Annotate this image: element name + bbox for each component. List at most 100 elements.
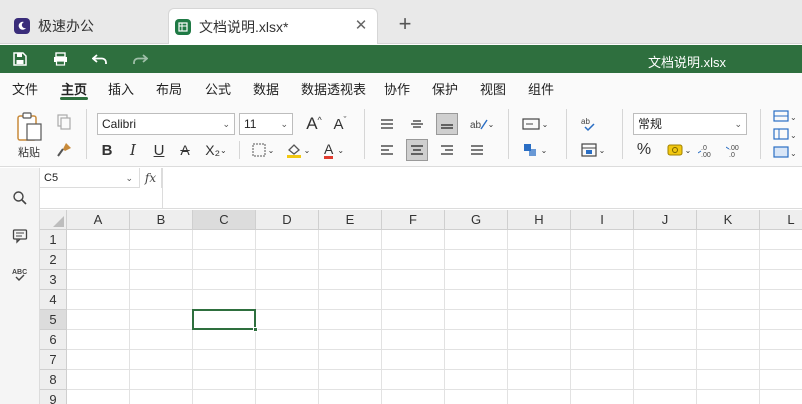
subscript-button[interactable]: X₂ ⌄ [201, 139, 231, 161]
decrease-font-button[interactable]: Aˇ [329, 113, 351, 135]
formula-bar: C5 ⌄ fx [40, 168, 802, 209]
spreadsheet-grid[interactable]: ABCDEFGHIJKL 123456789 [40, 210, 802, 404]
spell-check-side-icon[interactable]: ABC [10, 264, 30, 284]
currency-button[interactable]: ⌄ [664, 139, 694, 161]
menu-formula[interactable]: 公式 [205, 79, 231, 98]
column-header-g[interactable]: G [445, 210, 508, 230]
menu-home[interactable]: 主页 [61, 79, 87, 98]
column-header-l[interactable]: L [760, 210, 802, 230]
spreadsheet-icon [175, 18, 191, 35]
copy-icon[interactable] [54, 113, 74, 131]
column-header-e[interactable]: E [319, 210, 382, 230]
grid-column-line [318, 230, 319, 404]
decrease-decimal-button[interactable]: .0.00 [696, 139, 718, 161]
menu-protect[interactable]: 保护 [432, 79, 458, 98]
menu-file[interactable]: 文件 [12, 79, 38, 98]
search-icon[interactable] [10, 188, 30, 208]
name-box-value: C5 [44, 172, 59, 184]
insert-cells-icon [581, 143, 597, 157]
increase-font-button[interactable]: A ^ [303, 113, 325, 135]
row-header-2[interactable]: 2 [40, 250, 67, 270]
column-header-h[interactable]: H [508, 210, 571, 230]
chevron-down-icon: ⌄ [303, 145, 311, 155]
wrap-text-button[interactable]: ⌄ [518, 113, 552, 135]
strikethrough-button[interactable]: A [175, 139, 195, 161]
row-header-6[interactable]: 6 [40, 330, 67, 350]
font-size-value: 11 [244, 117, 257, 131]
column-header-f[interactable]: F [382, 210, 445, 230]
align-bottom-button[interactable] [436, 113, 458, 135]
print-icon[interactable] [50, 49, 70, 69]
name-box[interactable]: C5 ⌄ [40, 168, 140, 188]
row-header-5[interactable]: 5 [40, 310, 67, 330]
align-right-button[interactable] [436, 139, 458, 161]
align-right-icon [441, 145, 453, 155]
menu-collaborate[interactable]: 协作 [384, 79, 410, 98]
row-header-9[interactable]: 9 [40, 390, 67, 404]
svg-text:.00: .00 [701, 152, 711, 157]
column-header-a[interactable]: A [67, 210, 130, 230]
menu-data[interactable]: 数据 [253, 79, 279, 98]
menu-layout[interactable]: 布局 [156, 79, 182, 98]
row-header-8[interactable]: 8 [40, 370, 67, 390]
justify-button[interactable] [466, 139, 488, 161]
bold-button[interactable]: B [97, 139, 117, 161]
conditional-format-icon[interactable]: ⌄ [772, 109, 800, 123]
menu-insert[interactable]: 插入 [108, 79, 134, 98]
menu-components[interactable]: 组件 [528, 79, 554, 98]
align-middle-button[interactable] [406, 113, 428, 135]
borders-button[interactable]: ⌄ [249, 139, 277, 161]
menu-pivot-table[interactable]: 数据透视表 [301, 79, 366, 98]
cell-style-icon[interactable]: ⌄ [772, 145, 800, 159]
selected-cell[interactable] [192, 309, 256, 330]
comment-icon[interactable] [10, 226, 30, 246]
percent-button[interactable]: % [633, 139, 655, 161]
italic-button[interactable]: I [123, 139, 143, 161]
underline-button[interactable]: U [149, 139, 169, 161]
save-icon[interactable] [10, 49, 30, 69]
select-all-corner[interactable] [40, 210, 67, 230]
increase-decimal-button[interactable]: .00.0 [724, 139, 746, 161]
tab-bar: 极速办公 文档说明.xlsx* ✕ + [0, 0, 802, 44]
paste-icon[interactable] [14, 111, 44, 143]
row-header-7[interactable]: 7 [40, 350, 67, 370]
column-header-b[interactable]: B [130, 210, 193, 230]
tab-home[interactable]: 极速办公 [8, 8, 163, 44]
format-painter-icon[interactable] [54, 141, 74, 159]
font-color-button[interactable]: A ⌄ [319, 139, 349, 161]
chevron-down-icon: ⌄ [487, 119, 495, 129]
align-center-button[interactable] [406, 139, 428, 161]
number-format-select[interactable]: 常规 ⌄ [633, 113, 747, 135]
fill-handle[interactable] [253, 327, 258, 332]
font-name-select[interactable]: Calibri ⌄ [97, 113, 235, 135]
close-icon[interactable]: ✕ [353, 18, 369, 34]
align-left-button[interactable] [376, 139, 398, 161]
column-header-c[interactable]: C [193, 210, 256, 230]
row-header-1[interactable]: 1 [40, 230, 67, 250]
undo-icon[interactable] [90, 49, 110, 69]
fill-color-button[interactable]: ⌄ [283, 139, 313, 161]
formula-input[interactable] [163, 168, 802, 209]
wrap-text-icon [522, 118, 540, 130]
column-header-d[interactable]: D [256, 210, 319, 230]
font-size-select[interactable]: 11 ⌄ [239, 113, 293, 135]
column-header-i[interactable]: I [571, 210, 634, 230]
row-header-4[interactable]: 4 [40, 290, 67, 310]
grid-column-line [129, 230, 130, 404]
insert-cells-button[interactable]: ⌄ [576, 139, 610, 161]
spell-check-button[interactable]: ab [576, 113, 600, 135]
add-tab-button[interactable]: + [394, 13, 416, 36]
column-header-j[interactable]: J [634, 210, 697, 230]
merge-cells-button[interactable]: ⌄ [518, 139, 552, 161]
tab-document[interactable]: 文档说明.xlsx* ✕ [168, 8, 378, 44]
moon-logo-icon [14, 18, 30, 34]
column-header-k[interactable]: K [697, 210, 760, 230]
insert-function-button[interactable]: fx [140, 168, 162, 188]
grid-column-line [507, 230, 508, 404]
table-format-icon[interactable]: ⌄ [772, 127, 800, 141]
row-header-3[interactable]: 3 [40, 270, 67, 290]
text-orientation-button[interactable]: ab ⌄ [466, 113, 498, 135]
menu-view[interactable]: 视图 [480, 79, 506, 98]
redo-icon[interactable] [130, 49, 150, 69]
align-top-button[interactable] [376, 113, 398, 135]
